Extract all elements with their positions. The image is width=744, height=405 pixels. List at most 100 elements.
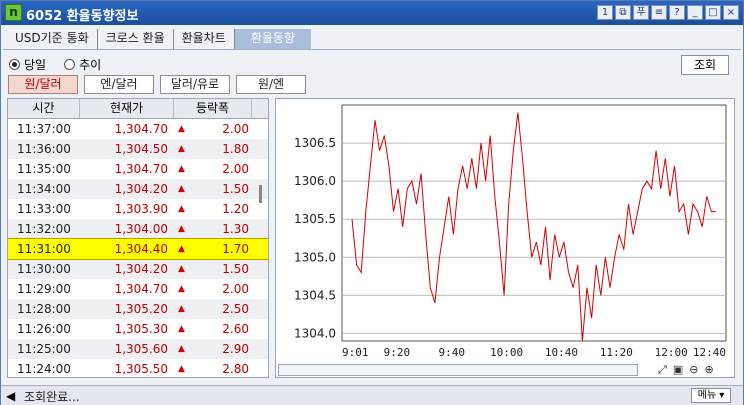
save-icon[interactable]: ▣ — [673, 363, 683, 377]
tab-fx-trend[interactable]: 환율동향 — [234, 29, 311, 49]
row-time: 11:25:00 — [17, 342, 71, 356]
row-time: 11:33:00 — [17, 202, 71, 216]
price-table: 시간 현재가 등락폭 11:37:00 1,304.70 ▲ 2.00 11:36:00… — [7, 98, 269, 378]
table-body: 11:37:00 1,304.70 ▲ 2.00 11:36:00 1,304.50 ▲ 1.… — [8, 119, 268, 377]
table-row[interactable]: 11:35:00 1,304.70 ▲ 2.00 — [8, 159, 268, 179]
row-change-value: 2.00 — [222, 162, 249, 176]
row-price: 1,303.90 — [114, 202, 168, 216]
y-tick-label: 1306.5 — [294, 136, 336, 150]
table-scrollbar-thumb[interactable] — [259, 185, 262, 203]
link-window-button[interactable]: ⧉ — [615, 5, 631, 20]
close-button[interactable]: × — [723, 5, 739, 20]
header-change: 등락폭 — [174, 99, 252, 118]
zoom-out-icon[interactable]: ⊖ — [689, 363, 698, 377]
y-tick-label: 1306.0 — [294, 174, 336, 188]
tab-bar: USD기준 통화 크로스 환율 환율차트 환율동향 — [7, 29, 311, 49]
row-time: 11:36:00 — [17, 142, 71, 156]
menu-button[interactable]: 메뉴 ▾ — [691, 388, 731, 403]
speaker-icon: ◀ — [6, 389, 16, 403]
x-tick-label: 10:00 — [490, 346, 523, 359]
radio-checked-icon — [9, 59, 20, 70]
row-change: ▲ 1.50 — [174, 259, 252, 279]
table-header: 시간 현재가 등락폭 — [8, 99, 268, 119]
pair-jpy-usd-button[interactable]: 엔/달러 — [84, 75, 154, 94]
up-arrow-icon: ▲ — [178, 304, 185, 314]
up-arrow-icon: ▲ — [178, 324, 185, 334]
y-tick-label: 1305.0 — [294, 250, 336, 264]
row-change-value: 2.00 — [222, 282, 249, 296]
row-change: ▲ 1.30 — [174, 219, 252, 239]
header-price: 현재가 — [80, 99, 174, 118]
row-time: 11:31:00 — [17, 242, 71, 256]
menu-list-button[interactable]: ≡ — [651, 5, 667, 20]
row-change: ▲ 1.80 — [174, 139, 252, 159]
zoom-in-icon[interactable]: ⊕ — [704, 363, 713, 377]
row-change-value: 2.90 — [222, 342, 249, 356]
table-row[interactable]: 11:37:00 1,304.70 ▲ 2.00 — [8, 119, 268, 139]
table-row[interactable]: 11:34:00 1,304.20 ▲ 1.50 — [8, 179, 268, 199]
table-row[interactable]: 11:25:00 1,305.60 ▲ 2.90 — [8, 339, 268, 359]
currency-pair-buttons: 원/달러 엔/달러 달러/유로 원/엔 — [8, 75, 306, 94]
row-price: 1,304.20 — [114, 262, 168, 276]
pair-krw-usd-button[interactable]: 원/달러 — [8, 75, 78, 94]
table-row[interactable]: 11:32:00 1,304.00 ▲ 1.30 — [8, 219, 268, 239]
table-row[interactable]: 11:30:00 1,304.20 ▲ 1.50 — [8, 259, 268, 279]
radio-trend[interactable]: 추이 — [64, 56, 101, 73]
row-change: ▲ 2.80 — [174, 359, 252, 377]
table-row[interactable]: 11:29:00 1,304.70 ▲ 2.00 — [8, 279, 268, 299]
pair-usd-eur-button[interactable]: 달러/유로 — [160, 75, 230, 94]
row-change-value: 2.00 — [222, 122, 249, 136]
row-change: ▲ 1.50 — [174, 179, 252, 199]
row-change: ▲ 2.60 — [174, 319, 252, 339]
screen-number-button[interactable]: 1 — [597, 5, 613, 20]
table-row[interactable]: 11:28:00 1,305.20 ▲ 2.50 — [8, 299, 268, 319]
x-tick-label: 9:20 — [384, 346, 411, 359]
x-tick-label: 12:00 — [655, 346, 688, 359]
up-arrow-icon: ▲ — [178, 284, 185, 294]
x-tick-label: 9:40 — [438, 346, 465, 359]
y-tick-label: 1304.0 — [294, 326, 336, 340]
up-arrow-icon: ▲ — [178, 164, 185, 174]
minimize-button[interactable]: _ — [687, 5, 703, 20]
expand-icon[interactable]: ⤢ — [658, 363, 667, 377]
row-price: 1,304.40 — [114, 242, 168, 256]
up-arrow-icon: ▲ — [178, 124, 185, 134]
query-button[interactable]: 조회 — [681, 55, 729, 75]
row-price: 1,305.60 — [114, 342, 168, 356]
radio-unchecked-icon — [64, 59, 76, 70]
table-row[interactable]: 11:26:00 1,305.30 ▲ 2.60 — [8, 319, 268, 339]
row-price: 1,304.00 — [114, 222, 168, 236]
up-arrow-icon: ▲ — [178, 264, 185, 274]
radio-daily-label: 당일 — [24, 58, 47, 72]
chart-tools: ⤢ ▣ ⊖ ⊕ — [658, 363, 714, 377]
pair-krw-jpy-button[interactable]: 원/엔 — [236, 75, 306, 94]
table-row[interactable]: 11:24:00 1,305.50 ▲ 2.80 — [8, 359, 268, 377]
radio-trend-label: 추이 — [79, 58, 102, 72]
table-row[interactable]: 11:36:00 1,304.50 ▲ 1.80 — [8, 139, 268, 159]
table-row[interactable]: 11:33:00 1,303.90 ▲ 1.20 — [8, 199, 268, 219]
row-time: 11:28:00 — [17, 302, 71, 316]
tab-cross-rate[interactable]: 크로스 환율 — [98, 29, 174, 49]
title-bar: n 6052 환율동향정보 1 ⧉ 푸 ≡ ? _ □ × — [1, 1, 743, 25]
row-change: ▲ 2.00 — [174, 159, 252, 179]
x-tick-label: 9:01 — [342, 346, 369, 359]
chart-horizontal-scrollbar[interactable] — [278, 364, 638, 376]
x-tick-label: 12:40 — [693, 346, 726, 359]
status-message: 조회완료... — [24, 390, 80, 404]
row-time: 11:32:00 — [17, 222, 71, 236]
row-change: ▲ 1.70 — [174, 239, 252, 259]
pin-button[interactable]: 푸 — [633, 5, 649, 20]
trend-chart-panel: 1304.0 1304.5 1305.0 1305.5 1306.0 1306.5 9:01… — [275, 98, 735, 378]
tab-usd-base[interactable]: USD기준 통화 — [7, 29, 98, 49]
maximize-button[interactable]: □ — [705, 5, 721, 20]
row-time: 11:37:00 — [17, 122, 71, 136]
row-change-value: 1.80 — [222, 142, 249, 156]
tab-fx-chart[interactable]: 환율차트 — [174, 29, 235, 49]
row-time: 11:35:00 — [17, 162, 71, 176]
row-time: 11:26:00 — [17, 322, 71, 336]
y-tick-label: 1304.5 — [294, 288, 336, 302]
help-button[interactable]: ? — [669, 5, 685, 20]
table-row[interactable]: 11:31:00 1,304.40 ▲ 1.70 — [8, 238, 268, 260]
radio-daily[interactable]: 당일 — [9, 56, 46, 73]
row-change: ▲ 2.50 — [174, 299, 252, 319]
